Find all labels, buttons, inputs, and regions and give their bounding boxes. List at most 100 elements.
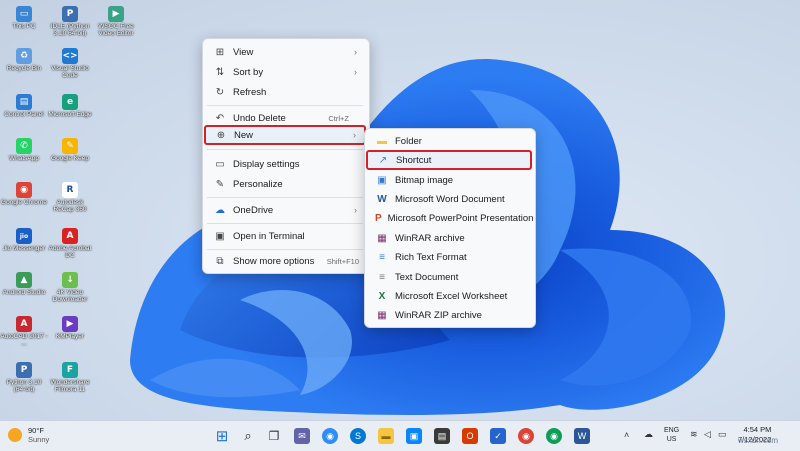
control-panel-icon: ▤ xyxy=(16,94,32,110)
submenu-item-winrar-zip[interactable]: ▦ WinRAR ZIP archive xyxy=(367,306,531,324)
desktop-icon-recap[interactable]: R Autodesk ReCap 360 xyxy=(46,182,94,213)
desktop-icon-python[interactable]: P Python 3.10 (64-bit) xyxy=(0,362,48,393)
filmora-icon: F xyxy=(62,362,78,378)
desktop-icon-label: WhatsApp xyxy=(9,155,39,162)
desktop-icon-acrobat[interactable]: A Adobe Acrobat DC xyxy=(46,228,94,259)
refresh-icon: ↻ xyxy=(215,86,225,98)
menu-item-new[interactable]: ⊕ New › xyxy=(204,125,366,145)
submenu-item-powerpoint[interactable]: P Microsoft PowerPoint Presentation xyxy=(367,209,533,227)
submenu-item-winrar-archive[interactable]: ▦ WinRAR archive xyxy=(367,229,531,247)
menu-item-label: Refresh xyxy=(233,86,267,98)
acrobat-icon: A xyxy=(62,228,78,244)
rtf-icon: ≡ xyxy=(379,251,385,263)
submenu-item-label: Folder xyxy=(395,135,422,147)
desktop-icon-idle-python[interactable]: P IDLE (Python 3.10 64-bit) xyxy=(46,6,94,37)
skype-icon[interactable]: S xyxy=(350,428,366,444)
zoom-icon[interactable]: ◉ xyxy=(322,428,338,444)
file-explorer-icon[interactable]: ▬ xyxy=(378,428,394,444)
submenu-item-text-document[interactable]: ≡ Text Document xyxy=(367,268,531,286)
search-icon[interactable]: ⌕ xyxy=(240,428,256,444)
display-icon: ▭ xyxy=(215,158,225,170)
submenu-item-label: Bitmap image xyxy=(395,174,454,186)
office-icon[interactable]: O xyxy=(462,428,478,444)
submenu-item-label: Text Document xyxy=(395,271,459,283)
desktop-icon-label: WSOC Free Video Editor xyxy=(98,23,134,37)
desktop-icon-recycle-bin[interactable]: ♻ Recycle Bin xyxy=(0,48,48,72)
desktop-icon-chrome[interactable]: ◉ Google Chrome xyxy=(0,182,48,206)
submenu-item-label: Microsoft Excel Worksheet xyxy=(395,290,508,302)
winrar-icon: ▦ xyxy=(377,232,387,244)
desktop-icon-autocad[interactable]: A AutoCAD 2017 - ... xyxy=(0,316,48,347)
task-view-icon[interactable]: ❐ xyxy=(266,428,282,444)
weather-widget[interactable]: 90°F Sunny xyxy=(8,426,49,444)
submenu-item-folder[interactable]: ▬ Folder xyxy=(367,132,531,150)
chrome-profile-icon[interactable]: ◉ xyxy=(546,428,562,444)
menu-item-onedrive[interactable]: ☁ OneDrive › xyxy=(205,201,365,219)
todo-icon[interactable]: ✓ xyxy=(490,428,506,444)
volume-icon[interactable]: ◁ xyxy=(704,429,711,440)
autocad-icon: A xyxy=(16,316,32,332)
menu-item-open-in-terminal[interactable]: ▣ Open in Terminal xyxy=(205,227,365,245)
photos-icon[interactable]: ▣ xyxy=(406,428,422,444)
menu-item-view[interactable]: ⊞ View › xyxy=(205,43,365,61)
menu-separator xyxy=(207,149,363,150)
desktop-icon-this-pc[interactable]: ▭ This PC xyxy=(0,6,48,30)
language-indicator[interactable]: ENG US xyxy=(664,426,679,444)
chat-icon[interactable]: ✉ xyxy=(294,428,310,444)
cloud-icon: ☁ xyxy=(215,204,225,216)
menu-item-sort-by[interactable]: ⇅ Sort by › xyxy=(205,63,365,81)
excel-icon: X xyxy=(378,290,386,302)
menu-item-refresh[interactable]: ↻ Refresh xyxy=(205,83,365,101)
desktop-icon-label: Microsoft Edge xyxy=(48,111,92,118)
recycle-bin-icon: ♻ xyxy=(16,48,32,64)
desktop-icon-google-keep[interactable]: ✎ Google Keep xyxy=(46,138,94,162)
sort-icon: ⇅ xyxy=(215,66,225,78)
desktop-icon-vscode[interactable]: <> Visual Studio Code xyxy=(46,48,94,79)
submenu-item-rich-text[interactable]: ≡ Rich Text Format xyxy=(367,248,531,266)
desktop-icon-label: Visual Studio Code xyxy=(51,65,89,79)
wifi-icon[interactable]: ≋ xyxy=(690,429,698,440)
folder-icon: ▬ xyxy=(377,135,387,147)
desktop-icon-4k-downloader[interactable]: ↓ 4K Video Downloader xyxy=(46,272,94,303)
desktop-icon-whatsapp[interactable]: ✆ WhatsApp xyxy=(0,138,48,162)
desktop-icon-label: Python 3.10 (64-bit) xyxy=(6,379,42,393)
desktop-icon-wsoc-free-video[interactable]: ▶ WSOC Free Video Editor xyxy=(92,6,140,37)
desktop-icon-android-studio[interactable]: ▲ Android Studio xyxy=(0,272,48,296)
menu-item-display-settings[interactable]: ▭ Display settings xyxy=(205,155,365,173)
menu-separator xyxy=(207,197,363,198)
menu-item-personalize[interactable]: ✎ Personalize xyxy=(205,175,365,193)
desktop[interactable]: ▭ This PC P IDLE (Python 3.10 64-bit) ▶ … xyxy=(0,0,800,420)
submenu-item-excel-worksheet[interactable]: X Microsoft Excel Worksheet xyxy=(367,287,531,305)
sun-icon xyxy=(8,428,22,442)
powerpoint-icon: P xyxy=(375,212,382,224)
desktop-icon-kmplayer[interactable]: ▶ KMPlayer xyxy=(46,316,94,340)
submenu-item-shortcut[interactable]: ↗ Shortcut xyxy=(366,150,532,170)
grid-icon: ⊞ xyxy=(215,46,225,58)
menu-item-label: Undo Delete xyxy=(233,112,286,124)
desktop-icon-filmora[interactable]: F Wondershare Filmora 11 xyxy=(46,362,94,393)
chevron-up-icon[interactable]: ˄ xyxy=(624,430,629,440)
start-icon[interactable]: ⊞ xyxy=(214,428,230,445)
submenu-item-bitmap-image[interactable]: ▣ Bitmap image xyxy=(367,171,531,189)
chrome-icon[interactable]: ◉ xyxy=(518,428,534,444)
desktop-icon-label: AutoCAD 2017 - ... xyxy=(0,333,48,347)
submenu-item-label: WinRAR ZIP archive xyxy=(395,309,482,321)
word-icon[interactable]: W xyxy=(574,428,590,444)
submenu-item-word-document[interactable]: W Microsoft Word Document xyxy=(367,190,531,208)
menu-item-show-more-options[interactable]: ⧉ Show more options Shift+F10 xyxy=(205,252,365,270)
battery-icon[interactable]: ▭ xyxy=(718,429,727,440)
weather-temp: 90°F xyxy=(28,426,44,435)
taskbar: 90°F Sunny ⊞ ⌕ ❐ ✉ ◉ S ▬ ▣ ▤ O ✓ ◉ ◉ W ˄… xyxy=(0,420,800,451)
cloud-tray-icon[interactable]: ☁ xyxy=(644,429,653,440)
submenu-item-label: Shortcut xyxy=(396,154,432,166)
desktop-icon-label: Jio Messenger xyxy=(2,245,46,252)
edge-icon: e xyxy=(62,94,78,110)
desktop-icon-label: Adobe Acrobat DC xyxy=(48,245,92,259)
desktop-icon-label: Control Panel xyxy=(4,111,44,118)
this-pc-icon: ▭ xyxy=(16,6,32,22)
store-icon[interactable]: ▤ xyxy=(434,428,450,444)
desktop-icon-edge[interactable]: e Microsoft Edge xyxy=(46,94,94,118)
menu-item-label: Sort by xyxy=(233,66,264,78)
desktop-icon-jio[interactable]: jio Jio Messenger xyxy=(0,228,48,252)
desktop-icon-control-panel[interactable]: ▤ Control Panel xyxy=(0,94,48,118)
